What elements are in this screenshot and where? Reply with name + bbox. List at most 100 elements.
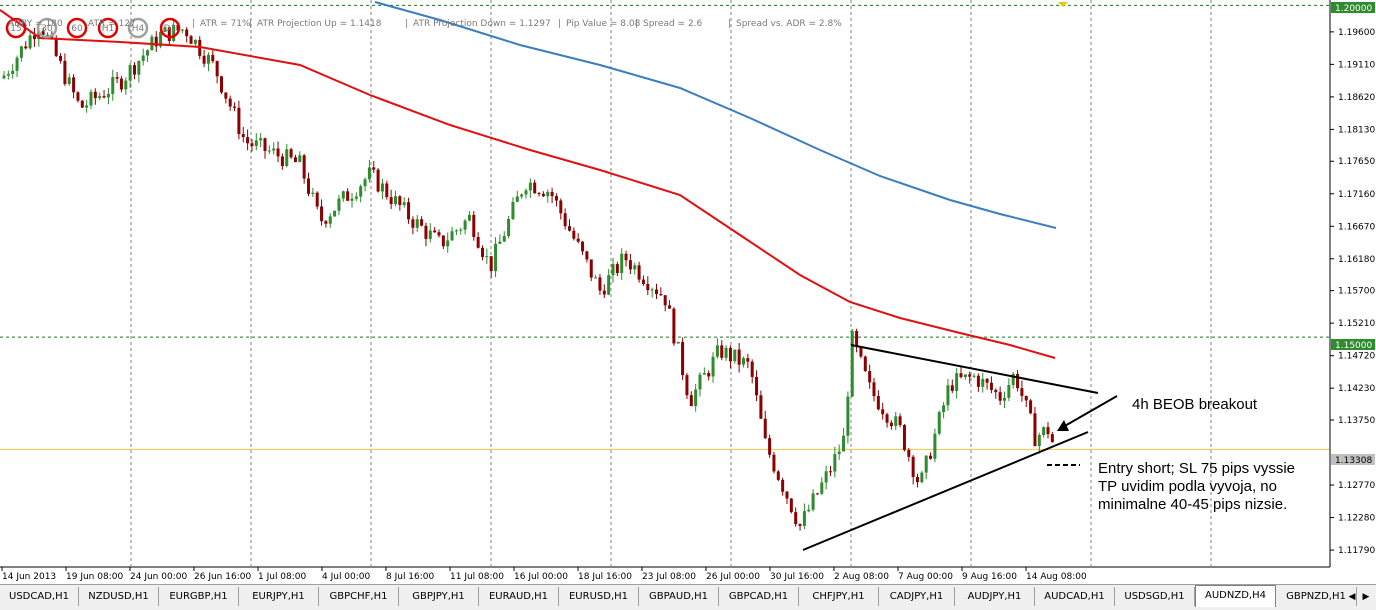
indicator-info-bar: 15 30 60 H1 H4 D1ADRY = 180 ATR = 127 ATR = 71%… xyxy=(5,17,842,39)
candle-body xyxy=(855,330,859,348)
indicator-info-item: ADRY = 180 xyxy=(8,19,63,29)
candle-body xyxy=(994,389,998,393)
time-tick-label: 26 Jul 00:00 xyxy=(706,572,760,582)
symbol-tab[interactable]: AUDJPY,H1 xyxy=(955,587,1035,606)
candle-body xyxy=(742,358,745,365)
candle-body xyxy=(811,493,815,510)
tab-scroll-right-icon[interactable]: ▶ xyxy=(1360,589,1372,605)
symbol-tab[interactable]: AUDCAD,H1 xyxy=(1035,587,1115,606)
candle-body xyxy=(259,138,263,141)
candle-body xyxy=(681,341,685,376)
candle-body xyxy=(872,382,876,397)
candle-body xyxy=(820,482,824,494)
candle-body xyxy=(850,330,854,397)
symbol-tab[interactable]: USDCAD,H1 xyxy=(0,587,79,606)
price-chart[interactable]: 1.19600 1.19110 1.18620 1.18130 1.17650 1.171… xyxy=(0,0,1376,609)
symbol-tab[interactable]: EURGBP,H1 xyxy=(159,587,239,606)
symbol-tab[interactable]: EURAUD,H1 xyxy=(479,587,559,606)
tab-scroll-left-icon[interactable]: ◀ xyxy=(1346,589,1358,605)
candle-body xyxy=(276,148,280,157)
symbol-tab[interactable]: GBPAUD,H1 xyxy=(639,587,719,606)
candle-body xyxy=(193,39,197,44)
candle-body xyxy=(920,472,924,483)
candle-body xyxy=(933,433,937,459)
candle-body xyxy=(472,214,476,238)
candle-body xyxy=(829,471,832,473)
symbol-tab[interactable]: CHFJPY,H1 xyxy=(799,587,879,606)
candle-body xyxy=(372,167,376,170)
chart-shift-marker[interactable] xyxy=(1058,2,1068,7)
candle-body xyxy=(433,230,437,233)
candle-body xyxy=(637,265,641,280)
candle-body xyxy=(746,358,750,362)
candle-body xyxy=(685,375,689,396)
symbol-tab[interactable]: GBPNZD,H1 xyxy=(1276,587,1357,606)
candle-body xyxy=(650,289,654,291)
candle-body xyxy=(463,220,467,230)
candle-body xyxy=(420,219,424,226)
symbol-tab[interactable]: EURJPY,H1 xyxy=(239,587,319,606)
candle-body xyxy=(554,196,558,201)
symbol-tab[interactable]: EURUSD,H1 xyxy=(559,587,639,606)
candle-body xyxy=(63,60,67,84)
symbol-tab[interactable]: CADJPY,H1 xyxy=(879,587,955,606)
candle-body xyxy=(598,277,602,291)
candle-body xyxy=(489,256,493,272)
candle-body xyxy=(1037,435,1041,447)
price-label-mid: 1.15000 xyxy=(1331,339,1375,351)
candle-body xyxy=(233,106,237,108)
candle-body xyxy=(311,192,315,194)
moving-average-slow xyxy=(374,1,1057,229)
candle-body xyxy=(728,347,732,362)
candle-body xyxy=(981,378,985,387)
candle-body xyxy=(185,29,189,37)
price-tick-label: 1.19110 xyxy=(1338,60,1375,70)
candle-body xyxy=(1003,397,1006,401)
svg-text:1.15000: 1.15000 xyxy=(1335,341,1372,351)
candle-body xyxy=(581,241,585,252)
price-tick-label: 1.17650 xyxy=(1338,157,1375,167)
candle-body xyxy=(833,454,837,472)
entry-annotation-line1: Entry short; SL 75 pips vyssie xyxy=(1098,460,1295,477)
candle-body xyxy=(106,93,110,98)
candle-body xyxy=(341,191,345,199)
symbol-tab[interactable]: GBPCAD,H1 xyxy=(719,587,799,606)
candle-body xyxy=(54,37,58,56)
candle-body xyxy=(628,260,632,270)
candle-body xyxy=(641,279,645,284)
candle-body xyxy=(907,450,911,457)
candle-body xyxy=(1050,434,1054,443)
candle-body xyxy=(346,191,350,201)
symbol-tab[interactable]: GBPCHF,H1 xyxy=(319,587,399,606)
candle-body xyxy=(676,341,680,344)
candle-body xyxy=(894,416,898,427)
candle-body xyxy=(733,349,737,362)
candle-body xyxy=(881,409,885,415)
info-separator: | xyxy=(405,19,408,29)
info-separator: | xyxy=(558,19,561,29)
indicator-info-item: ATR Projection Up = 1.1418 xyxy=(257,19,382,29)
candle-body xyxy=(937,412,941,434)
moving-average-fast xyxy=(0,9,1056,359)
price-tick-label: 1.16180 xyxy=(1338,255,1375,265)
price-tick-label: 1.18620 xyxy=(1338,93,1375,103)
breakout-arrow xyxy=(1062,395,1118,428)
candle-body xyxy=(768,438,772,455)
candle-body xyxy=(254,140,258,146)
candle-body xyxy=(376,169,380,192)
symbol-tab[interactable]: USDSGD,H1 xyxy=(1115,587,1195,606)
candle-body xyxy=(89,91,93,106)
symbol-tab[interactable]: AUDNZD,H4 xyxy=(1195,585,1276,607)
candle-body xyxy=(563,213,567,227)
candle-body xyxy=(85,105,89,108)
candle-body xyxy=(111,77,115,94)
symbol-tab[interactable]: NZDUSD,H1 xyxy=(79,587,159,606)
candle-body xyxy=(302,155,306,179)
triangle-upper-trendline[interactable] xyxy=(850,344,1099,394)
candle-body xyxy=(124,80,128,90)
candle-body xyxy=(885,414,889,423)
candle-body xyxy=(576,238,580,242)
symbol-tab[interactable]: GBPJPY,H1 xyxy=(399,587,479,606)
candle-body xyxy=(263,138,267,151)
candle-body xyxy=(19,46,23,58)
